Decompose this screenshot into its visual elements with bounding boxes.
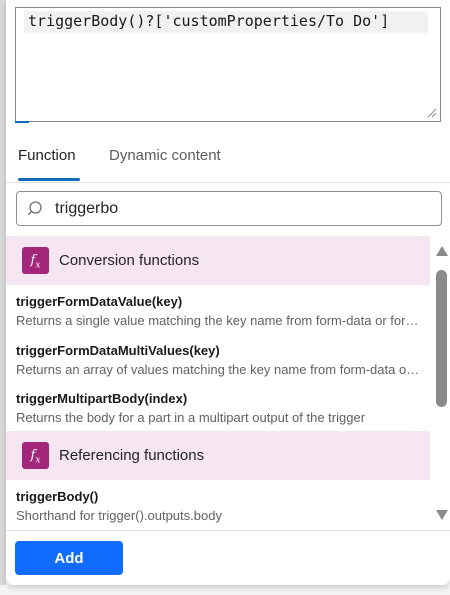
tab-active-indicator xyxy=(18,178,80,181)
group-title: Conversion functions xyxy=(59,252,200,269)
group-title: Referencing functions xyxy=(59,447,205,464)
add-button[interactable]: Add xyxy=(15,541,123,575)
function-list: fx Conversion functions triggerFormDataV… xyxy=(6,236,430,530)
footer-divider xyxy=(6,530,450,531)
search-icon xyxy=(28,201,42,215)
tab-function[interactable]: Function xyxy=(18,147,80,181)
function-item-trigger-form-data-multi-values[interactable]: triggerFormDataMultiValues(key) Returns … xyxy=(6,343,430,391)
editor-focus-indicator xyxy=(15,121,29,123)
tabs-divider xyxy=(6,182,450,183)
function-search-box[interactable] xyxy=(16,191,442,226)
expression-editor[interactable]: triggerBody()?['customProperties/To Do'] xyxy=(15,7,441,122)
tab-function-label: Function xyxy=(18,147,76,164)
function-description: Returns the body for a part in a multipa… xyxy=(16,410,366,425)
function-name: triggerMultipartBody(index) xyxy=(16,391,188,406)
background-bottom xyxy=(0,585,450,595)
scroll-down-arrow-icon[interactable] xyxy=(435,508,449,522)
function-name: triggerFormDataValue(key) xyxy=(16,294,183,309)
function-item-trigger-form-data-value[interactable]: triggerFormDataValue(key) Returns a sing… xyxy=(6,294,430,342)
function-description: Returns a single value matching the key … xyxy=(16,313,422,328)
search-input[interactable] xyxy=(55,192,425,225)
fx-icon: fx xyxy=(22,442,49,469)
expression-text[interactable]: triggerBody()?['customProperties/To Do'] xyxy=(28,12,389,30)
tab-dynamic-content[interactable]: Dynamic content xyxy=(109,147,221,164)
expression-editor-panel: triggerBody()?['customProperties/To Do']… xyxy=(6,0,450,585)
function-item-trigger-body[interactable]: triggerBody() Shorthand for trigger().ou… xyxy=(6,489,430,530)
fx-icon: fx xyxy=(22,247,49,274)
list-scrollbar[interactable] xyxy=(433,244,450,524)
function-description: Shorthand for trigger().outputs.body xyxy=(16,508,222,523)
tab-dynamic-content-label: Dynamic content xyxy=(109,147,221,164)
function-description: Returns an array of values matching the … xyxy=(16,362,422,377)
scrollbar-thumb[interactable] xyxy=(436,270,447,407)
resize-handle-icon[interactable] xyxy=(427,108,437,118)
function-name: triggerFormDataMultiValues(key) xyxy=(16,343,220,358)
group-header-conversion: fx Conversion functions xyxy=(6,236,430,285)
scroll-up-arrow-icon[interactable] xyxy=(435,244,449,258)
group-header-referencing: fx Referencing functions xyxy=(6,431,430,480)
function-name: triggerBody() xyxy=(16,489,99,504)
